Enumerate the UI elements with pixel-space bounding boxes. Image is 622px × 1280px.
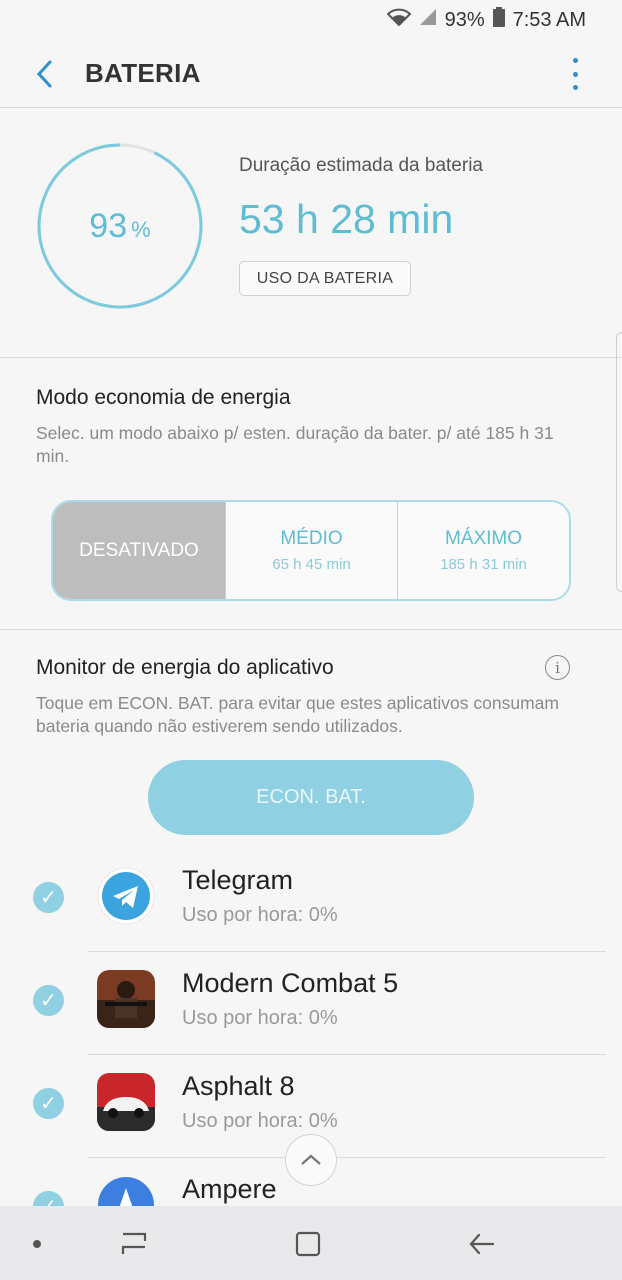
- mode-label: MÁXIMO: [444, 528, 523, 549]
- power-mode-selector: DESATIVADO MÉDIO 65 h 45 min MÁXIMO 185 …: [51, 500, 571, 601]
- percent-sign: %: [131, 217, 151, 242]
- app-bar: BATERIA: [0, 40, 622, 108]
- estimate-value: 53 h 28 min: [239, 196, 454, 242]
- power-saving-title: Modo economia de energia: [36, 386, 291, 409]
- back-arrow-icon: [469, 1233, 495, 1255]
- checkbox-checked-icon[interactable]: ✓: [33, 985, 64, 1016]
- wifi-icon: [386, 8, 412, 32]
- nav-dot-icon[interactable]: [33, 1240, 41, 1248]
- app-usage: Uso por hora: 0%: [182, 904, 338, 926]
- chevron-left-icon: [36, 60, 52, 88]
- mode-label: DESATIVADO: [79, 539, 199, 561]
- status-bar: 93% 7:53 AM: [0, 0, 622, 40]
- page-title: BATERIA: [85, 58, 201, 88]
- mode-off-button[interactable]: DESATIVADO: [53, 502, 225, 599]
- app-usage: Uso por hora: 0%: [182, 1110, 338, 1132]
- battery-level-value: 93: [89, 206, 128, 245]
- mode-max-button[interactable]: MÁXIMO 185 h 31 min: [397, 502, 569, 599]
- mode-label: MÉDIO: [280, 528, 343, 549]
- mode-duration: 65 h 45 min: [272, 556, 351, 573]
- home-icon: [295, 1231, 321, 1257]
- checkbox-checked-icon[interactable]: ✓: [33, 1088, 64, 1119]
- telegram-app-icon: [97, 867, 155, 925]
- mode-medium-button[interactable]: MÉDIO 65 h 45 min: [225, 502, 397, 599]
- app-monitor-description: Toque em ECON. BAT. para evitar que este…: [36, 693, 559, 736]
- scroll-to-top-button[interactable]: [285, 1134, 337, 1186]
- clock: 7:53 AM: [512, 8, 586, 31]
- app-name: Modern Combat 5: [182, 968, 399, 998]
- battery-usage-button[interactable]: USO DA BATERIA: [239, 261, 411, 296]
- mode-duration: 185 h 31 min: [440, 556, 527, 573]
- battery-level-label: 93%: [36, 142, 204, 310]
- checkbox-checked-icon[interactable]: ✓: [33, 882, 64, 913]
- app-monitor-title: Monitor de energia do aplicativo: [36, 656, 334, 679]
- battery-summary: 93% Duração estimada da bateria 53 h 28 …: [0, 108, 622, 358]
- back-button[interactable]: [28, 54, 60, 94]
- app-name: Asphalt 8: [182, 1071, 295, 1101]
- signal-icon: [419, 8, 437, 32]
- back-nav-button[interactable]: [462, 1224, 502, 1264]
- list-item[interactable]: ✓ Telegram Uso por hora: 0%: [0, 849, 622, 952]
- modern-combat-app-icon: [97, 970, 155, 1028]
- home-button[interactable]: [288, 1224, 328, 1264]
- battery-icon: [492, 7, 505, 33]
- recent-apps-button[interactable]: [114, 1224, 154, 1264]
- asphalt-app-icon: [97, 1073, 155, 1131]
- save-power-button[interactable]: ECON. BAT.: [148, 760, 474, 835]
- more-vert-icon: [572, 58, 578, 63]
- checkbox-checked-icon[interactable]: ✓: [33, 1191, 64, 1206]
- info-icon[interactable]: i: [545, 655, 570, 680]
- navigation-bar: [0, 1206, 622, 1280]
- more-options-button[interactable]: [564, 58, 586, 90]
- recents-icon: [121, 1232, 147, 1254]
- app-name: Ampere: [182, 1174, 277, 1204]
- app-name: Telegram: [182, 865, 294, 895]
- power-saving-description: Selec. um modo abaixo p/ esten. duração …: [36, 423, 554, 466]
- app-usage: Uso por hora: 0%: [182, 1007, 338, 1029]
- chevron-up-icon: [301, 1154, 321, 1165]
- ampere-app-icon: [97, 1176, 155, 1206]
- list-item[interactable]: ✓ Modern Combat 5 Uso por hora: 0%: [0, 952, 622, 1055]
- estimate-label: Duração estimada da bateria: [239, 155, 483, 176]
- power-saving-section: Modo economia de energia Selec. um modo …: [0, 358, 622, 630]
- battery-percent-text: 93%: [444, 8, 485, 31]
